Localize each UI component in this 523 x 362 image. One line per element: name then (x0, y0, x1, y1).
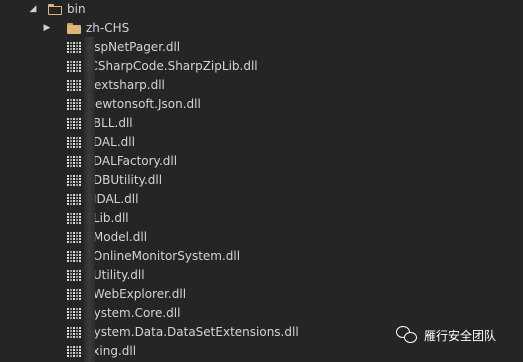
tree-row-file[interactable]: FOnlineMonitorSystem.dll (0, 247, 523, 266)
tree-row-file[interactable]: System.Core.dll (0, 304, 523, 323)
tree-row-file[interactable]: FLib.dll (0, 209, 523, 228)
tree-row-file[interactable]: FIDAL.dll (0, 190, 523, 209)
watermark: 雁行安全团队 (396, 324, 496, 346)
chevron-down-icon[interactable]: ◢ (27, 0, 39, 19)
folder-icon (67, 23, 81, 34)
file-explorer-tree: ◢ bin ▶ zh-CHS AspNetPager.dll ICSharpCod… (0, 0, 523, 362)
file-label: Newtonsoft.Json.dll (86, 97, 201, 111)
file-label: FDALFactory.dll (86, 154, 178, 168)
file-label: System.Data.DataSetExtensions.dll (86, 325, 299, 339)
dll-file-icon (67, 251, 81, 262)
redaction-bar (84, 37, 95, 362)
tree-row-file[interactable]: itextsharp.dll (0, 76, 523, 95)
tree-row-file[interactable]: FDAL.dll (0, 133, 523, 152)
folder-label: bin (67, 2, 86, 16)
file-label: FDBUtility.dll (86, 173, 163, 187)
dll-file-icon (67, 213, 81, 224)
tree-row-file[interactable]: AspNetPager.dll (0, 38, 523, 57)
watermark-text: 雁行安全团队 (424, 328, 497, 343)
tree-row-file[interactable]: FWebExplorer.dll (0, 285, 523, 304)
dll-file-icon (67, 156, 81, 167)
file-label: FWebExplorer.dll (86, 287, 187, 301)
file-label: AspNetPager.dll (86, 40, 181, 54)
dll-file-icon (67, 346, 81, 357)
tree-row-file[interactable]: FUtility.dll (0, 266, 523, 285)
dll-file-icon (67, 232, 81, 243)
dll-file-icon (67, 137, 81, 148)
tree-row-file[interactable]: FBLL.dll (0, 114, 523, 133)
tree-row-file[interactable]: ICSharpCode.SharpZipLib.dll (0, 57, 523, 76)
file-label: System.Core.dll (86, 306, 181, 320)
dll-file-icon (67, 118, 81, 129)
tree-row-file[interactable]: FModel.dll (0, 228, 523, 247)
tree-row-file[interactable]: FDALFactory.dll (0, 152, 523, 171)
dll-file-icon (67, 99, 81, 110)
dll-file-icon (67, 327, 81, 338)
file-label: itextsharp.dll (86, 78, 165, 92)
file-label: FOnlineMonitorSystem.dll (86, 249, 241, 263)
tree-row-sub-folder[interactable]: ▶ zh-CHS (0, 19, 523, 38)
dll-file-icon (67, 175, 81, 186)
file-label: FModel.dll (86, 230, 148, 244)
wechat-icon (396, 326, 418, 344)
tree-row-file[interactable]: FDBUtility.dll (0, 171, 523, 190)
dll-file-icon (67, 308, 81, 319)
dll-file-icon (67, 270, 81, 281)
dll-file-icon (67, 194, 81, 205)
dll-file-icon (67, 42, 81, 53)
chevron-right-icon[interactable]: ▶ (41, 19, 53, 38)
dll-file-icon (67, 61, 81, 72)
dll-file-icon (67, 80, 81, 91)
dll-file-icon (67, 289, 81, 300)
folder-open-icon (48, 4, 62, 15)
folder-label: zh-CHS (86, 21, 130, 35)
tree-row-file[interactable]: Newtonsoft.Json.dll (0, 95, 523, 114)
tree-row-root-folder[interactable]: ◢ bin (0, 0, 523, 19)
file-label: ICSharpCode.SharpZipLib.dll (86, 59, 258, 73)
